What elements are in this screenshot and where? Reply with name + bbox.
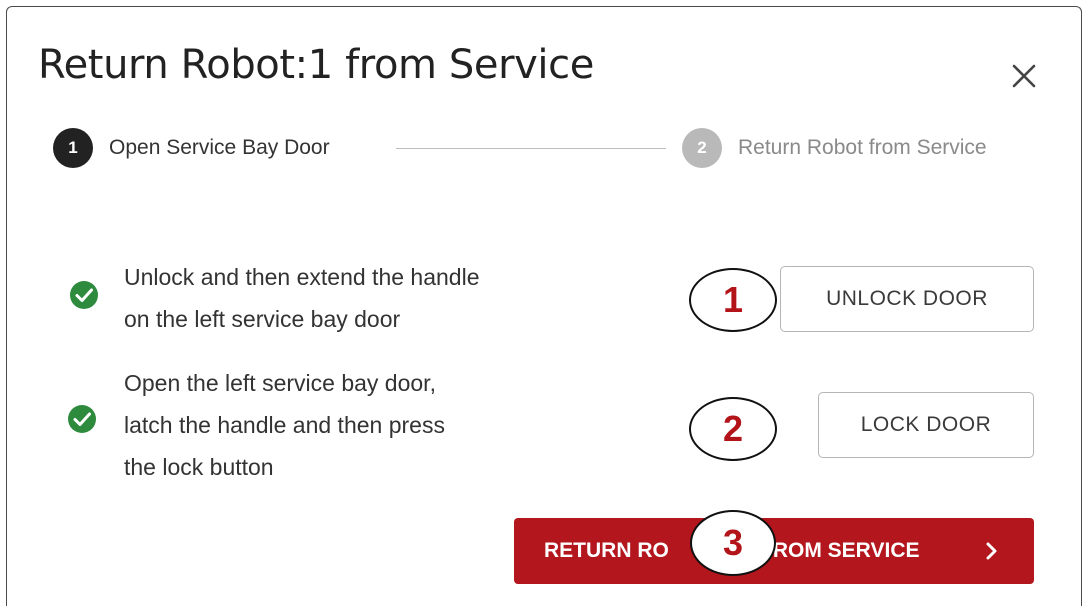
instruction-lock: Open the left service bay door, latch th… <box>124 362 445 488</box>
callout-marker: 3 <box>690 510 776 576</box>
check-circle-icon <box>69 280 99 310</box>
step-label: Open Service Bay Door <box>109 136 330 159</box>
instruction-line: on the left service bay door <box>124 306 401 332</box>
lock-door-button[interactable]: LOCK DOOR <box>818 392 1034 458</box>
close-icon[interactable] <box>1004 56 1044 96</box>
unlock-door-button[interactable]: UNLOCK DOOR <box>780 266 1034 332</box>
instruction-unlock: Unlock and then extend the handle on the… <box>124 256 480 340</box>
dialog-title: Return Robot:1 from Service <box>38 42 594 88</box>
step-label: Return Robot from Service <box>738 136 987 159</box>
button-label-left: RETURN RO <box>544 539 669 562</box>
step-open-service-bay-door: 1 Open Service Bay Door <box>53 128 330 168</box>
button-label-right: ROM SERVICE <box>772 539 920 562</box>
step-number-badge: 1 <box>53 128 93 168</box>
instruction-line: Unlock and then extend the handle <box>124 264 480 290</box>
callout-marker: 1 <box>689 268 777 332</box>
step-number-badge: 2 <box>682 128 722 168</box>
chevron-right-icon <box>982 540 1002 562</box>
instruction-line: Open the left service bay door, <box>124 370 436 396</box>
callout-marker: 2 <box>689 397 777 461</box>
check-circle-icon <box>67 404 97 434</box>
instruction-line: the lock button <box>124 454 274 480</box>
instruction-line: latch the handle and then press <box>124 412 445 438</box>
step-return-robot-from-service: 2 Return Robot from Service <box>682 128 987 168</box>
stepper-connector <box>396 148 666 149</box>
